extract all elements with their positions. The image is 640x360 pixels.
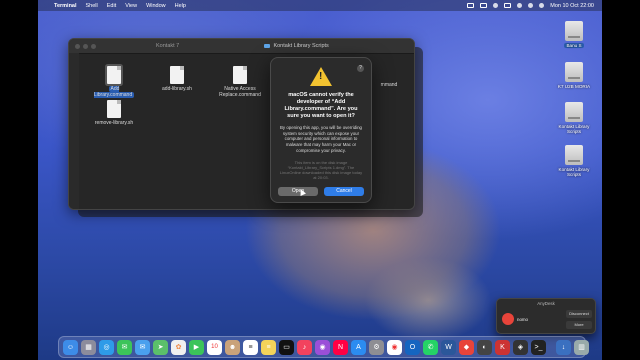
- folder-icon: [264, 44, 271, 48]
- document-icon: [233, 66, 247, 84]
- anydesk-logo-icon: [502, 313, 514, 325]
- dialog-note: This item is on the disk image “Kontakt_…: [279, 159, 363, 181]
- file-item[interactable]: remove-library.sh: [89, 100, 139, 126]
- music-icon[interactable]: ♪: [297, 339, 312, 355]
- file-label: remove-library.sh: [94, 120, 134, 126]
- menubar-clock[interactable]: Mon 10 Oct 22:00: [550, 3, 594, 9]
- file-label: add-library.sh: [162, 86, 192, 92]
- desktop-icon-label: K7 U2B MORIA: [557, 84, 591, 89]
- desktop-disk-icon[interactable]: Banu S: [552, 21, 596, 48]
- disk-icon: [565, 102, 583, 122]
- right-letterbox: [602, 0, 640, 360]
- launchpad-icon[interactable]: ▦: [81, 339, 96, 355]
- notes-icon[interactable]: ≡: [261, 339, 276, 355]
- whatsapp-icon[interactable]: ✆: [423, 339, 438, 355]
- menu-shell[interactable]: Shell: [86, 3, 98, 9]
- record-icon[interactable]: [493, 3, 499, 8]
- file-label: Add Library.command: [93, 86, 135, 98]
- disk-icon: [565, 62, 583, 82]
- reminders-icon[interactable]: ≡: [243, 339, 258, 355]
- menubar-status-area: Mon 10 Oct 22:00: [467, 3, 594, 9]
- messages-icon[interactable]: ✉: [117, 339, 132, 355]
- kontakt-icon[interactable]: K: [495, 339, 510, 355]
- anydesk-icon[interactable]: ◆: [459, 339, 474, 355]
- dialog-body: By opening this app, you will be overrid…: [279, 124, 362, 153]
- menu-view[interactable]: View: [125, 3, 137, 9]
- safari-icon[interactable]: ◎: [99, 339, 114, 355]
- cancel-button[interactable]: Cancel: [324, 187, 364, 196]
- disconnect-button[interactable]: Disconnect: [566, 310, 592, 318]
- menu-window[interactable]: Window: [146, 3, 166, 9]
- finder-title-text: Kontakt Library Scripts: [273, 43, 329, 49]
- desktop-disk-icon[interactable]: Kontakt Library Scripts: [552, 102, 596, 134]
- dialog-buttons: Open Cancel: [271, 187, 371, 196]
- file-item[interactable]: Add Library.command: [89, 66, 139, 98]
- wifi-icon[interactable]: [517, 3, 523, 8]
- disk-icon: [565, 145, 583, 165]
- vpn-icon[interactable]: ◐: [477, 339, 492, 355]
- downloads-icon[interactable]: ↓: [556, 339, 571, 355]
- menubar: Terminal Shell Edit View Window Help Mon…: [38, 0, 602, 11]
- desktop-disk-icon[interactable]: Kontakt Library Scripts: [552, 145, 596, 177]
- disk-icon: [565, 21, 583, 41]
- input-source-icon[interactable]: [480, 3, 488, 8]
- anydesk-status-icon[interactable]: [467, 3, 475, 8]
- window-controls: [75, 43, 96, 49]
- settings-icon[interactable]: ⚙: [369, 339, 384, 355]
- file-item[interactable]: Native Access Replace.command: [215, 66, 265, 98]
- document-icon: [107, 100, 121, 118]
- anydesk-user: nomo: [517, 317, 528, 322]
- podcasts-icon[interactable]: ◉: [315, 339, 330, 355]
- search-icon[interactable]: [528, 3, 534, 8]
- security-alert-dialog: ? ! macOS cannot verify the developer of…: [270, 57, 372, 203]
- finder-sidebar: [69, 53, 79, 209]
- anydesk-panel[interactable]: AnyDesk nomo Disconnect More: [496, 298, 596, 334]
- dock: ☺ ▦ ◎ ✉ ✉ ➤ ✿ ▶ 10 ☻ ≡ ≡ ▭ ♪ ◉ N A ⚙ ◉ O…: [58, 336, 589, 358]
- photos-icon[interactable]: ✿: [171, 339, 186, 355]
- maps-icon[interactable]: ➤: [153, 339, 168, 355]
- warning-icon: !: [310, 67, 332, 86]
- menu-help[interactable]: Help: [175, 3, 186, 9]
- finder-icon[interactable]: ☺: [63, 339, 78, 355]
- menu-edit[interactable]: Edit: [107, 3, 116, 9]
- tv-icon[interactable]: ▭: [279, 339, 294, 355]
- facetime-icon[interactable]: ▶: [189, 339, 204, 355]
- document-icon: [107, 66, 121, 84]
- document-icon: [170, 66, 184, 84]
- zoom-button[interactable]: [91, 43, 96, 49]
- left-letterbox: [0, 0, 38, 360]
- anydesk-title: AnyDesk: [537, 301, 555, 306]
- minimize-button[interactable]: [83, 43, 88, 49]
- file-label: mmand: [380, 82, 398, 88]
- dialog-title: macOS cannot verify the developer of “Ad…: [284, 92, 358, 119]
- file-label: Native Access Replace.command: [219, 86, 261, 98]
- control-center-icon[interactable]: [539, 3, 545, 8]
- terminal-icon[interactable]: >_: [531, 339, 546, 355]
- desktop-disk-icon[interactable]: K7 U2B MORIA: [552, 62, 596, 89]
- file-item-partial[interactable]: mmand: [369, 82, 409, 88]
- menu-app-name[interactable]: Terminal: [54, 3, 77, 9]
- outlook-icon[interactable]: O: [405, 339, 420, 355]
- finder-tab-hint: Kontakt 7: [156, 43, 180, 49]
- appstore-icon[interactable]: A: [351, 339, 366, 355]
- help-button[interactable]: ?: [357, 65, 364, 72]
- news-icon[interactable]: N: [333, 339, 348, 355]
- battery-icon[interactable]: [504, 3, 512, 8]
- desktop-icon-label: Banu S: [564, 43, 584, 48]
- finder-titlebar[interactable]: Kontakt 7 Kontakt Library Scripts: [69, 39, 414, 54]
- calendar-icon[interactable]: 10: [207, 339, 222, 355]
- desktop-icon-label: Kontakt Library Scripts: [558, 167, 590, 177]
- chrome-icon[interactable]: ◉: [387, 339, 402, 355]
- finder-title: Kontakt Library Scripts: [264, 43, 329, 49]
- desktop-icon-label: Kontakt Library Scripts: [558, 124, 590, 134]
- trash-icon[interactable]: ▥: [574, 339, 589, 355]
- native-access-icon[interactable]: ◈: [513, 339, 528, 355]
- file-item[interactable]: add-library.sh: [152, 66, 202, 92]
- more-button[interactable]: More: [566, 321, 592, 329]
- mail-icon[interactable]: ✉: [135, 339, 150, 355]
- contacts-icon[interactable]: ☻: [225, 339, 240, 355]
- word-icon[interactable]: W: [441, 339, 456, 355]
- close-button[interactable]: [75, 43, 80, 49]
